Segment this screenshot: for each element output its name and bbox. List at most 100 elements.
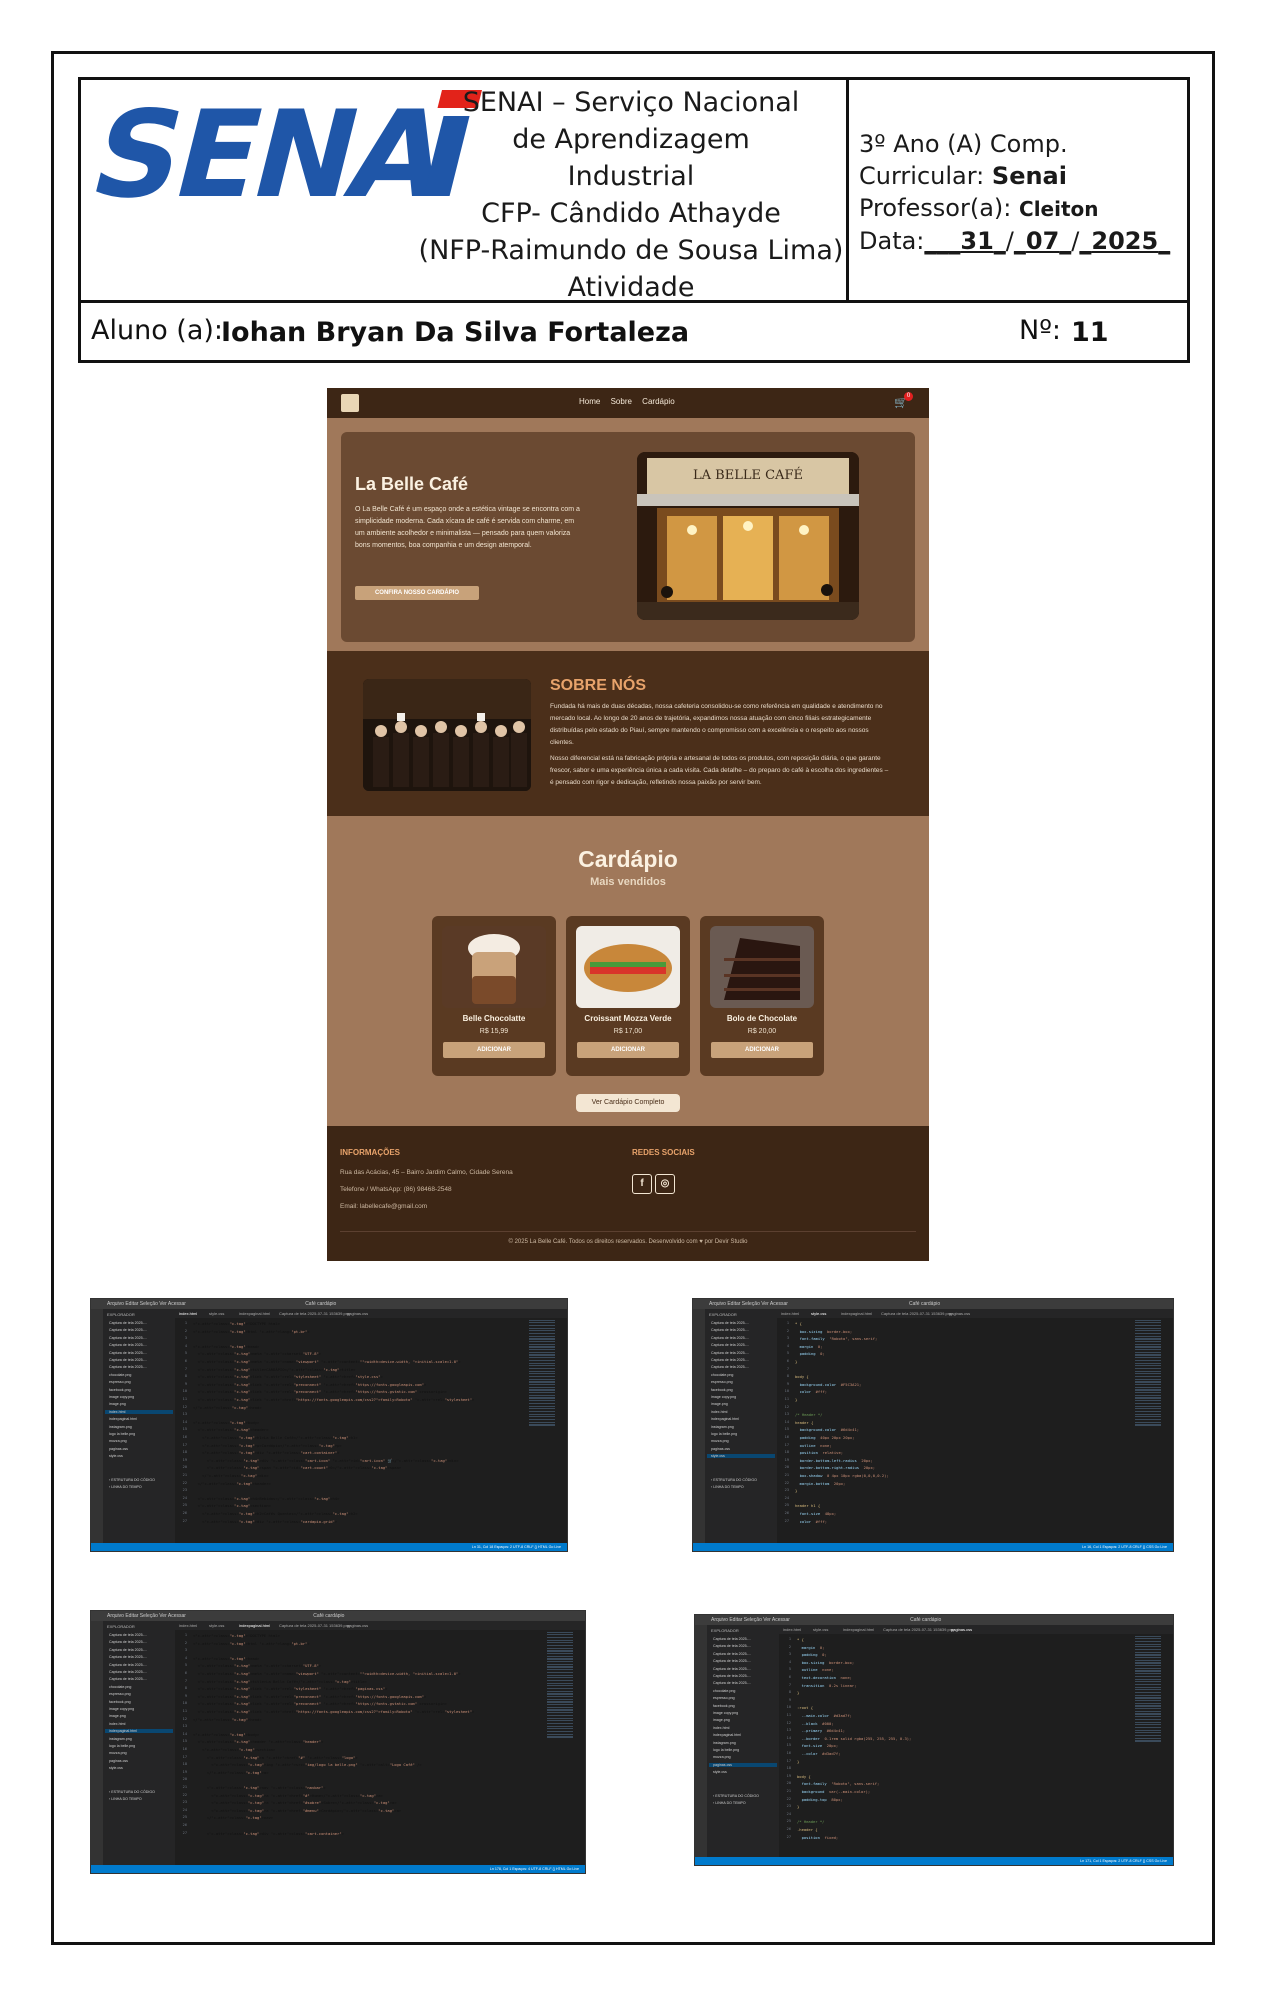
explorer-file[interactable]: instagram.png (109, 1737, 132, 1741)
code-editor[interactable]: 1 <"c-attr">class="c-tag">!DOCTYPE html> 2… (175, 1318, 525, 1543)
explorer-file[interactable]: chocolate.png (109, 1373, 131, 1377)
explorer-file[interactable]: style.css (109, 1766, 123, 1770)
explorer-file[interactable]: facebook.png (109, 1700, 131, 1704)
menu-bar[interactable]: Arquivo Editar Seleção Ver Acessar (107, 1613, 186, 1619)
full-menu-button[interactable]: Ver Cardápio Completo (576, 1094, 680, 1112)
explorer-file[interactable]: Captura de tela 2025-... (109, 1640, 147, 1644)
explorer-file[interactable]: Captura de tela 2025-... (109, 1677, 147, 1681)
explorer-file[interactable]: Captura de tela 2025-... (109, 1328, 147, 1332)
editor-tab[interactable]: style.css (209, 1311, 224, 1316)
explorer-file[interactable]: index.html (105, 1409, 173, 1414)
menu-bar[interactable]: Arquivo Editar Seleção Ver Acessar (709, 1301, 788, 1307)
editor-tab[interactable]: indexpaginal.html (239, 1623, 270, 1628)
explorer-file[interactable]: image.png (711, 1402, 728, 1406)
explorer-file[interactable]: paginas.css (109, 1447, 128, 1451)
editor-tab[interactable]: paginas.css (347, 1623, 368, 1628)
explorer-file[interactable]: image copy.png (713, 1711, 738, 1715)
explorer-file[interactable]: logo la belle.png (713, 1748, 739, 1752)
explorer-file[interactable]: Captura de tela 2025-... (711, 1358, 749, 1362)
search-bar[interactable]: Café cardápio (313, 1613, 344, 1619)
explorer-file[interactable]: index.html (109, 1722, 125, 1726)
editor-tab[interactable]: index.html (179, 1311, 197, 1316)
explorer-file[interactable]: Captura de tela 2025-... (109, 1365, 147, 1369)
explorer-file[interactable]: Captura de tela 2025-... (109, 1321, 147, 1325)
search-bar[interactable]: Café cardápio (910, 1617, 941, 1623)
minimap[interactable] (1135, 1634, 1161, 1857)
editor-tab[interactable]: paginas.css (951, 1627, 972, 1632)
explorer-file[interactable]: image copy.png (109, 1395, 134, 1399)
explorer-file[interactable]: image copy.png (109, 1707, 134, 1711)
explorer-file[interactable]: paginas.css (709, 1762, 777, 1767)
explorer-section[interactable]: › LINHA DO TEMPO (109, 1485, 142, 1489)
explorer-file[interactable]: Captura de tela 2025-... (713, 1652, 751, 1656)
facebook-icon[interactable]: f (632, 1174, 652, 1194)
explorer-file[interactable]: Captura de tela 2025-... (109, 1358, 147, 1362)
search-bar[interactable]: Café cardápio (909, 1301, 940, 1307)
editor-tab[interactable]: index.html (783, 1627, 801, 1632)
editor-tab[interactable]: Captura de tela 2025-07-31 153639.png (279, 1623, 350, 1628)
explorer-section[interactable]: › LINHA DO TEMPO (711, 1485, 744, 1489)
explorer-file[interactable]: indexpaginal.html (105, 1729, 173, 1734)
editor-tab[interactable]: index.html (781, 1311, 799, 1316)
activity-bar[interactable] (693, 1309, 705, 1543)
explorer-file[interactable]: image.png (109, 1402, 126, 1406)
explorer-file[interactable]: mozza.png (713, 1755, 731, 1759)
editor-tab[interactable]: Captura de tela 2025-07-31 153639.png (881, 1311, 952, 1316)
editor-tab[interactable]: indexpaginal.html (841, 1311, 872, 1316)
explorer-file[interactable]: paginas.css (109, 1759, 128, 1763)
explorer-file[interactable]: style.css (713, 1770, 727, 1774)
activity-bar[interactable] (91, 1309, 103, 1543)
add-to-cart-button[interactable]: ADICIONAR (577, 1042, 679, 1058)
explorer-file[interactable]: Captura de tela 2025-... (109, 1670, 147, 1674)
nav-link-sobre[interactable]: Sobre (611, 397, 632, 406)
code-editor[interactable]: 1 * {2 margin: 0; 3 padding: 0; 4 box-sizin… (779, 1634, 1131, 1857)
explorer-file[interactable]: Captura de tela 2025-... (713, 1667, 751, 1671)
activity-bar[interactable] (695, 1625, 707, 1857)
editor-tab[interactable]: Captura de tela 2025-07-31 153639.png (279, 1311, 350, 1316)
explorer-section[interactable]: › ESTRUTURA DO CÓDIGO (711, 1478, 757, 1482)
explorer-file[interactable]: Captura de tela 2025-... (711, 1343, 749, 1347)
explorer-file[interactable]: Captura de tela 2025-... (711, 1321, 749, 1325)
explorer-file[interactable]: indexpaginal.html (109, 1417, 137, 1421)
explorer-file[interactable]: Captura de tela 2025-... (109, 1343, 147, 1347)
explorer-file[interactable]: chocolate.png (711, 1373, 733, 1377)
explorer-file[interactable]: indexpaginal.html (713, 1733, 741, 1737)
explorer-file[interactable]: logo la belle.png (711, 1432, 737, 1436)
explorer-file[interactable]: image copy.png (711, 1395, 736, 1399)
explorer-file[interactable]: style.css (109, 1454, 123, 1458)
explorer-file[interactable]: image.png (109, 1714, 126, 1718)
explorer-section[interactable]: › LINHA DO TEMPO (713, 1801, 746, 1805)
explorer-file[interactable]: Captura de tela 2025-... (713, 1681, 751, 1685)
minimap[interactable] (547, 1630, 573, 1865)
explorer-file[interactable]: Captura de tela 2025-... (109, 1648, 147, 1652)
explorer-file[interactable]: espresso.png (109, 1380, 131, 1384)
explorer-file[interactable]: facebook.png (713, 1704, 735, 1708)
code-editor[interactable]: 1 * {2 box-sizing: border-box; 3 font-fami… (777, 1318, 1131, 1543)
editor-tab[interactable]: Captura de tela 2025-07-31 153639.png (883, 1627, 954, 1632)
explorer-file[interactable]: espresso.png (109, 1692, 131, 1696)
explorer-file[interactable]: Captura de tela 2025-... (109, 1633, 147, 1637)
editor-tab[interactable]: indexpaginal.html (843, 1627, 874, 1632)
explorer-file[interactable]: style.css (707, 1454, 775, 1459)
explorer-file[interactable]: Captura de tela 2025-... (109, 1655, 147, 1659)
explorer-file[interactable]: espresso.png (713, 1696, 735, 1700)
explorer-file[interactable]: Captura de tela 2025-... (711, 1328, 749, 1332)
explorer-file[interactable]: Captura de tela 2025-... (713, 1659, 751, 1663)
menu-bar[interactable]: Arquivo Editar Seleção Ver Acessar (711, 1617, 790, 1623)
instagram-icon[interactable]: ◎ (655, 1174, 675, 1194)
explorer-file[interactable]: mozza.png (109, 1751, 127, 1755)
menu-bar[interactable]: Arquivo Editar Seleção Ver Acessar (107, 1301, 186, 1307)
activity-bar[interactable] (91, 1621, 103, 1865)
explorer-file[interactable]: espresso.png (711, 1380, 733, 1384)
explorer-file[interactable]: Captura de tela 2025-... (109, 1351, 147, 1355)
explorer-file[interactable]: index.html (713, 1726, 729, 1730)
editor-tab[interactable]: indexpaginal.html (239, 1311, 270, 1316)
add-to-cart-button[interactable]: ADICIONAR (443, 1042, 545, 1058)
explorer-file[interactable]: instagram.png (713, 1741, 736, 1745)
explorer-file[interactable]: chocolate.png (713, 1689, 735, 1693)
explorer-file[interactable]: facebook.png (711, 1388, 733, 1392)
explorer-file[interactable]: Captura de tela 2025-... (711, 1365, 749, 1369)
explorer-section[interactable]: › ESTRUTURA DO CÓDIGO (713, 1794, 759, 1798)
editor-tab[interactable]: style.css (209, 1623, 224, 1628)
explorer-file[interactable]: Captura de tela 2025-... (713, 1644, 751, 1648)
